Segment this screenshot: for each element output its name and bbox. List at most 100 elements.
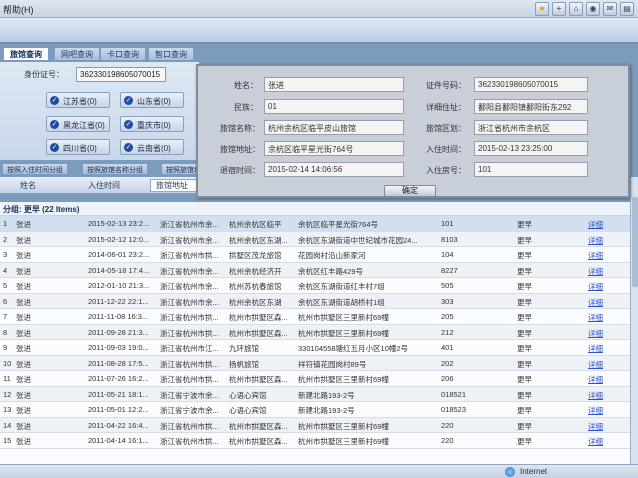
detail-link[interactable]: 详细 bbox=[588, 219, 612, 230]
table-row[interactable]: 7 张进 2011-11-08 16:3... 浙江省杭州市拱... 杭州市拱墅区森..… bbox=[0, 309, 630, 325]
row-number: 15 bbox=[3, 436, 12, 445]
modal-checkin-field[interactable]: 2015-02-13 23:25:00 bbox=[474, 141, 588, 156]
row-number: 7 bbox=[3, 312, 8, 321]
table-row[interactable]: 3 张进 2014-06-01 23:2... 浙江省杭州市拱... 拱墅区茂龙旅馆 花园… bbox=[0, 247, 630, 263]
column-header-name[interactable]: 姓名 bbox=[20, 180, 36, 191]
province-checkbox-heilongjiang[interactable]: ✓ 黑龙江省(0) bbox=[46, 116, 110, 132]
table-row[interactable]: 1 张进 2015-02-13 23:2... 浙江省杭州市余... 杭州余杭区临平 余杭… bbox=[0, 216, 630, 232]
guest-name-cell: 张进 bbox=[16, 251, 31, 260]
detail-link[interactable]: 详细 bbox=[588, 297, 612, 308]
feeds-icon[interactable]: ◉ bbox=[586, 2, 600, 16]
table-row[interactable]: 13 张进 2011-05-01 12:2... 浙江省宁波市余... 心语心宾馆 新建北… bbox=[0, 402, 630, 418]
group-header-row[interactable]: 分组: 更早 (22 Items) bbox=[0, 202, 630, 216]
modal-hotel-name-field[interactable]: 杭州余杭区临平皮山旅馆 bbox=[264, 120, 404, 135]
detail-link[interactable]: 详细 bbox=[588, 312, 612, 323]
detail-link[interactable]: 详细 bbox=[588, 328, 612, 339]
modal-ethnic-label: 民族： bbox=[234, 103, 258, 112]
tab-hotel-query[interactable]: 旅馆查询 bbox=[3, 47, 49, 60]
row-number: 2 bbox=[3, 234, 8, 244]
guest-name-cell: 张进 bbox=[16, 359, 31, 369]
modal-id-field[interactable]: 362330198605070015 bbox=[474, 77, 588, 92]
room-number-cell: 104 bbox=[441, 250, 454, 259]
row-number: 1 bbox=[3, 219, 8, 228]
detail-link[interactable]: 详细 bbox=[588, 281, 612, 292]
province-checkbox-chongqing[interactable]: ✓ 重庆市(0) bbox=[120, 116, 184, 132]
row-number: 10 bbox=[3, 358, 12, 368]
home-icon[interactable]: ⌂ bbox=[569, 2, 583, 16]
modal-hotel-addr-field[interactable]: 余杭区临平星光街764号 bbox=[264, 141, 404, 156]
modal-detail-addr-field[interactable]: 鄱阳县鄱阳镇鄱阳街东292 bbox=[474, 99, 588, 114]
room-number-cell: 212 bbox=[441, 327, 454, 337]
modal-hotel-district-field[interactable]: 浙江省杭州市余杭区 bbox=[474, 120, 588, 135]
column-header-checkin[interactable]: 入住时间 bbox=[88, 180, 120, 191]
internet-globe-icon bbox=[505, 467, 515, 477]
column-header-hotel-addr[interactable]: 旅馆地址 bbox=[156, 180, 188, 191]
table-row[interactable]: 4 张进 2014-05-18 17:4... 浙江省杭州市余... 杭州余杭经济开 余杭… bbox=[0, 262, 630, 278]
print-icon[interactable]: ▤ bbox=[620, 2, 634, 16]
table-row[interactable]: 10 张进 2011-08-28 17:5... 浙江省杭州市拱... 扬帆旅馆 祥符镇花… bbox=[0, 355, 630, 371]
modal-name-field[interactable]: 张进 bbox=[264, 77, 404, 92]
home-address-cell: 浙江省宁波市余... bbox=[160, 390, 219, 400]
id-number-input[interactable]: 362330198605070015 bbox=[76, 67, 166, 82]
home-address-cell: 浙江省杭州市余... bbox=[160, 297, 219, 307]
vertical-scrollbar[interactable] bbox=[630, 177, 638, 464]
table-row[interactable]: 9 张进 2011-09-03 19:0... 浙江省杭州市江... 九环旅馆 33010… bbox=[0, 340, 630, 356]
tab-checkpoint-query[interactable]: 卡口查询 bbox=[100, 47, 146, 60]
modal-ethnic-field[interactable]: 01 bbox=[264, 99, 404, 114]
detail-link[interactable]: 详细 bbox=[588, 374, 612, 385]
home-address-cell: 浙江省杭州市江... bbox=[160, 344, 219, 353]
checkin-time-cell: 2011-07-26 16:2... bbox=[88, 374, 149, 383]
hotel-address-cell: 新建北路193-2号 bbox=[298, 390, 355, 400]
detail-link[interactable]: 详细 bbox=[588, 405, 612, 416]
province-label: 四川省(0) bbox=[63, 144, 97, 153]
modal-checkout-field[interactable]: 2015-02-14 14:06:56 bbox=[264, 162, 404, 177]
table-row[interactable]: 12 张进 2011-05-21 18:1... 浙江省宁波市余... 心语心宾馆 新建北… bbox=[0, 386, 630, 402]
tab-netcafe-query[interactable]: 网吧查询 bbox=[54, 47, 100, 60]
tab-smart-query[interactable]: 智口查询 bbox=[148, 47, 194, 60]
table-row[interactable]: 5 张进 2012-01-10 21:3... 浙江省杭州市余... 杭州苏杭春旅馆 余杭… bbox=[0, 278, 630, 294]
detail-link[interactable]: 详细 bbox=[588, 266, 612, 277]
table-row[interactable]: 8 张进 2011-09-28 21:3... 浙江省杭州市拱... 杭州市拱墅区森..… bbox=[0, 324, 630, 340]
group-by-checkin-tab[interactable]: 按照入住时间分组 bbox=[2, 163, 68, 175]
province-checkbox-shandong[interactable]: ✓ 山东省(0) bbox=[120, 92, 184, 108]
row-number: 13 bbox=[3, 405, 12, 414]
detail-link[interactable]: 详细 bbox=[588, 235, 612, 246]
table-row[interactable]: 15 张进 2011-04-14 16:1... 浙江省杭州市拱... 杭州市拱墅区森.… bbox=[0, 433, 630, 449]
room-number-cell: 303 bbox=[441, 296, 454, 306]
guest-name-cell: 张进 bbox=[16, 266, 31, 276]
detail-link[interactable]: 详细 bbox=[588, 250, 612, 261]
table-row[interactable]: 6 张进 2011-12-22 22:1... 浙江省杭州市余... 杭州余杭区东湖 余杭… bbox=[0, 293, 630, 309]
hotel-name-cell: 扬帆旅馆 bbox=[229, 359, 259, 369]
detail-link[interactable]: 详细 bbox=[588, 390, 612, 401]
add-favorite-icon[interactable]: + bbox=[552, 2, 566, 16]
province-label: 重庆市(0) bbox=[137, 121, 171, 130]
table-row[interactable]: 14 张进 2011-04-22 16:4... 浙江省杭州市拱... 杭州市拱墅区森.… bbox=[0, 417, 630, 433]
guest-name-cell: 张进 bbox=[16, 220, 31, 229]
detail-link[interactable]: 详细 bbox=[588, 343, 612, 354]
scrollbar-thumb[interactable] bbox=[632, 197, 638, 287]
province-checkbox-sichuan[interactable]: ✓ 四川省(0) bbox=[46, 139, 110, 155]
province-checkbox-yunnan[interactable]: ✓ 云南省(0) bbox=[120, 139, 184, 155]
guest-name-cell: 张进 bbox=[16, 328, 31, 338]
group-by-hotel-name-tab[interactable]: 按照旅馆名称分组 bbox=[82, 163, 148, 175]
detail-link[interactable]: 详细 bbox=[588, 421, 612, 432]
check-icon: ✓ bbox=[124, 96, 133, 105]
checkin-time-cell: 2011-05-01 12:2... bbox=[88, 405, 149, 414]
hotel-name-cell: 九环旅馆 bbox=[229, 344, 259, 353]
help-menu[interactable]: 帮助(H) bbox=[3, 3, 34, 16]
table-row[interactable]: 11 张进 2011-07-26 16:2... 浙江省杭州市拱... 杭州市拱墅区森.… bbox=[0, 371, 630, 387]
guest-name-cell: 张进 bbox=[16, 282, 31, 291]
favorites-star-icon[interactable]: ★ bbox=[535, 2, 549, 16]
home-address-cell: 浙江省杭州市余... bbox=[160, 235, 219, 245]
table-row[interactable]: 2 张进 2015-02-12 12:0... 浙江省杭州市余... 杭州余杭区东湖..… bbox=[0, 231, 630, 247]
province-checkbox-jiangsu[interactable]: ✓ 江苏省(0) bbox=[46, 92, 110, 108]
detail-link[interactable]: 详细 bbox=[588, 359, 612, 370]
ok-button[interactable]: 确定 bbox=[384, 185, 436, 197]
mail-icon[interactable]: ✉ bbox=[603, 2, 617, 16]
detail-link[interactable]: 详细 bbox=[588, 436, 612, 447]
time-group-cell: 更早 bbox=[517, 406, 532, 415]
modal-hotel-addr-label: 旅馆地址： bbox=[220, 145, 260, 154]
modal-room-field[interactable]: 101 bbox=[474, 162, 588, 177]
home-address-cell: 浙江省杭州市余... bbox=[160, 220, 219, 229]
room-number-cell: 205 bbox=[441, 312, 454, 321]
